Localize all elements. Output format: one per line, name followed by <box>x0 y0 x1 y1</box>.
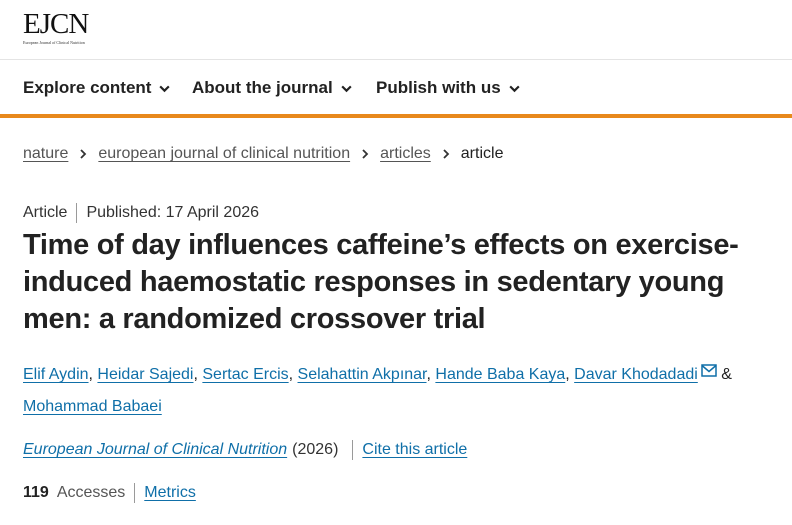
author-and: & <box>721 366 732 383</box>
author-separator: , <box>288 366 298 383</box>
author-link[interactable]: Elif Aydin <box>23 366 89 383</box>
accesses-count: 119 <box>23 484 49 501</box>
author-link[interactable]: Heidar Sajedi <box>97 366 193 383</box>
nav-publish-with-us[interactable]: Publish with us <box>376 78 521 98</box>
main-nav: Explore content About the journal Publis… <box>0 60 792 118</box>
site-header: EJCN European Journal of Clinical Nutrit… <box>0 0 792 60</box>
published-date: Published: 17 April 2026 <box>86 204 260 221</box>
chevron-down-icon <box>509 85 520 92</box>
divider <box>134 483 136 503</box>
author-list: Elif Aydin, Heidar Sajedi, Sertac Ercis,… <box>23 359 775 423</box>
nav-explore-content-label: Explore content <box>23 78 152 97</box>
author-link[interactable]: Mohammad Babaei <box>23 398 162 415</box>
article-meta: Article Published: 17 April 2026 <box>23 203 259 223</box>
breadcrumb: nature european journal of clinical nutr… <box>23 145 503 163</box>
chevron-right-icon <box>443 149 450 159</box>
divider <box>352 440 354 460</box>
logo-text: EJCN <box>23 8 89 40</box>
envelope-icon[interactable] <box>701 364 717 377</box>
metrics-link[interactable]: Metrics <box>144 484 196 502</box>
article-title: Time of day influences caffeine’s effect… <box>23 229 739 335</box>
journal-link[interactable]: European Journal of Clinical Nutrition <box>23 441 287 459</box>
article-metrics: 119 Accesses Metrics <box>23 483 196 503</box>
author-link[interactable]: Selahattin Akpınar <box>298 366 427 383</box>
nav-explore-content[interactable]: Explore content <box>23 78 171 98</box>
accesses-label: Accesses <box>56 484 126 501</box>
chevron-down-icon <box>341 85 352 92</box>
breadcrumb-nature[interactable]: nature <box>23 145 68 163</box>
breadcrumb-articles[interactable]: articles <box>380 145 431 163</box>
breadcrumb-current: article <box>460 145 504 162</box>
chevron-right-icon <box>80 149 87 159</box>
divider <box>76 203 78 223</box>
chevron-right-icon <box>362 149 369 159</box>
chevron-down-icon <box>159 85 171 92</box>
nav-publish-with-us-label: Publish with us <box>376 78 501 97</box>
journal-logo[interactable]: EJCN European Journal of Clinical Nutrit… <box>23 8 89 45</box>
citation-line: European Journal of Clinical Nutrition (… <box>23 440 467 460</box>
breadcrumb-journal[interactable]: european journal of clinical nutrition <box>98 145 350 163</box>
author-link[interactable]: Sertac Ercis <box>202 366 288 383</box>
article-type: Article <box>23 204 68 221</box>
logo-subtitle: European Journal of Clinical Nutrition <box>23 40 85 45</box>
author-link[interactable]: Davar Khodadadi <box>574 366 698 383</box>
cite-article-link[interactable]: Cite this article <box>362 441 467 459</box>
nav-about-journal-label: About the journal <box>192 78 333 97</box>
publication-year: (2026) <box>292 441 339 458</box>
author-link[interactable]: Hande Baba Kaya <box>435 366 565 383</box>
nav-about-journal[interactable]: About the journal <box>192 78 353 98</box>
author-separator: , <box>565 366 575 383</box>
